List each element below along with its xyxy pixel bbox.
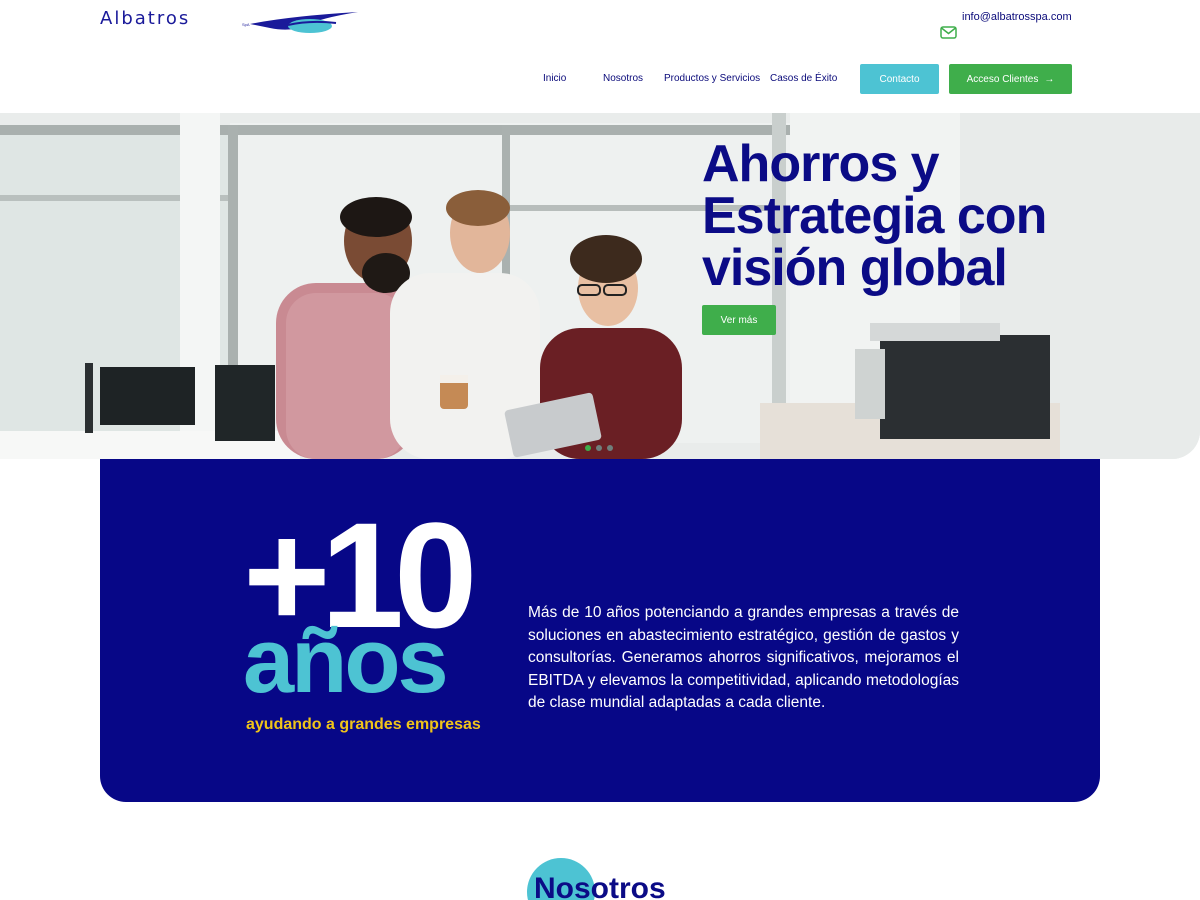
hero-title-line2: Estrategia con xyxy=(702,187,1047,245)
contact-button-label: Contacto xyxy=(879,73,920,85)
nosotros-title: Nosotros xyxy=(534,872,666,900)
client-access-label: Acceso Clientes xyxy=(966,73,1039,85)
logo[interactable]: Albatros SpA xyxy=(100,8,360,33)
years-subtitle: ayudando a grandes empresas xyxy=(246,716,481,733)
slider-dots xyxy=(585,445,613,451)
header-email[interactable]: info@albatrosspa.com xyxy=(962,11,1072,23)
nav-casos-exito[interactable]: Casos de Éxito xyxy=(770,73,837,84)
slider-dot-3[interactable] xyxy=(607,445,613,451)
albatross-bird-icon xyxy=(250,12,358,33)
hero-title: Ahorros y Estrategia con visión global xyxy=(702,138,1142,294)
arrow-right-icon: → xyxy=(1044,73,1055,85)
logo-sub: SpA xyxy=(242,22,250,27)
ver-mas-label: Ver más xyxy=(720,314,758,326)
client-access-button[interactable]: Acceso Clientes → xyxy=(949,64,1072,94)
slider-dot-1[interactable] xyxy=(585,445,591,451)
years-unit: años xyxy=(243,610,449,712)
hero-title-line1: Ahorros y xyxy=(702,135,940,193)
ver-mas-button[interactable]: Ver más xyxy=(702,305,776,335)
nav-nosotros[interactable]: Nosotros xyxy=(603,73,643,84)
mail-icon[interactable] xyxy=(940,26,957,39)
nav-productos-servicios[interactable]: Productos y Servicios xyxy=(664,73,760,84)
slider-dot-2[interactable] xyxy=(596,445,602,451)
logo-text: Albatros xyxy=(100,8,191,29)
contact-button[interactable]: Contacto xyxy=(860,64,939,94)
hero-title-line3: visión global xyxy=(702,239,1008,297)
nav-inicio[interactable]: Inicio xyxy=(543,73,566,84)
experience-description: Más de 10 años potenciando a grandes emp… xyxy=(528,604,959,712)
